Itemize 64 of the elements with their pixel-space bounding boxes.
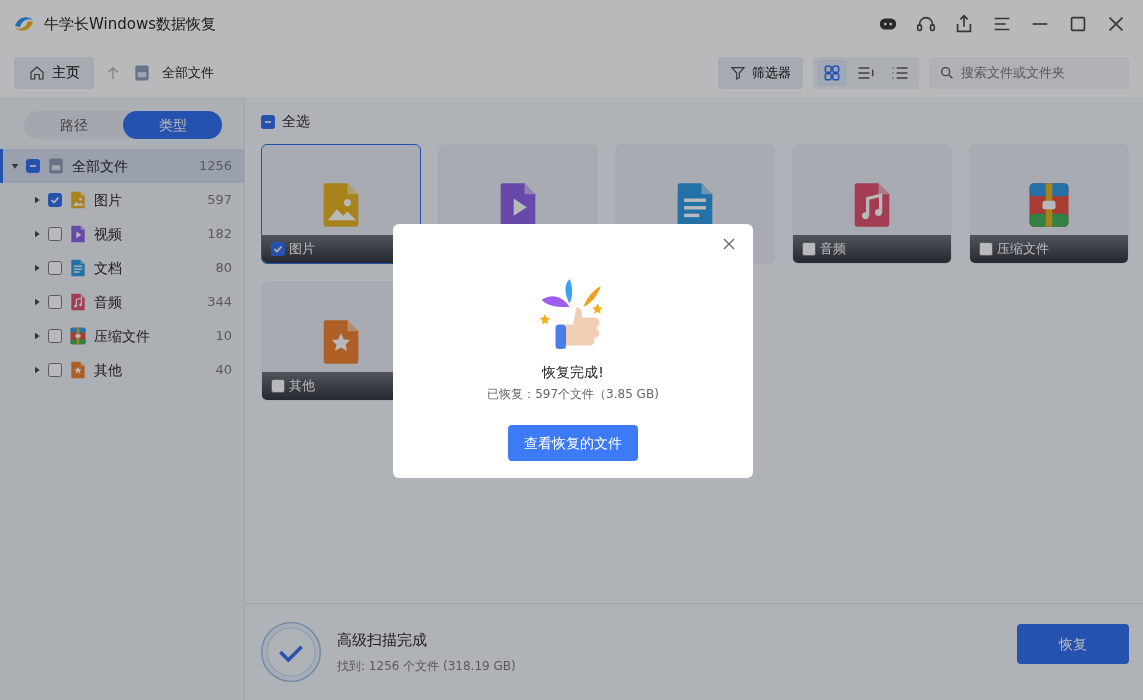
tree-label: 压缩文件 [94, 326, 151, 346]
search-field[interactable]: 搜索文件或文件夹 [929, 56, 1129, 89]
tree-label: 其他 [94, 360, 123, 380]
checkbox[interactable] [48, 329, 62, 343]
checkbox[interactable] [48, 193, 62, 207]
tree-item[interactable]: 文档 80 [0, 251, 244, 285]
window-title: 牛学长Windows数据恢复 [44, 13, 216, 35]
tree-label: 图片 [94, 190, 123, 210]
file-count: 10 [215, 327, 232, 346]
dialog-title: 恢复完成! [542, 363, 604, 382]
recover-button[interactable]: 恢复 [1017, 624, 1129, 664]
clock-check-icon [259, 620, 323, 684]
breadcrumb-item[interactable]: 全部文件 [162, 62, 214, 83]
document-file-icon [68, 258, 88, 278]
view-files-button[interactable]: 查看恢复的文件 [508, 425, 638, 461]
checkbox[interactable] [26, 159, 40, 173]
card-label: 图片 [289, 240, 315, 259]
music-file-icon [68, 292, 88, 312]
checkbox[interactable] [261, 114, 275, 129]
checkbox[interactable] [979, 242, 993, 256]
tree-item[interactable]: 全部文件 1256 [0, 149, 244, 183]
tree-label: 全部文件 [72, 156, 129, 176]
file-count: 182 [207, 225, 232, 244]
tree-item[interactable]: 其他 40 [0, 353, 244, 387]
tree-label: 音频 [94, 292, 123, 312]
tree-item[interactable]: 图片 597 [0, 183, 244, 217]
file-count: 597 [207, 191, 232, 210]
select-all-label: 全选 [282, 112, 310, 131]
tree-item[interactable]: 压缩文件 10 [0, 319, 244, 353]
checkbox[interactable] [271, 379, 285, 393]
file-count: 40 [215, 361, 232, 380]
star-file-icon [68, 360, 88, 380]
file-type-card[interactable]: 压缩文件 [969, 144, 1129, 264]
file-count: 344 [207, 293, 232, 312]
checkbox[interactable] [802, 242, 816, 256]
dialog-message: 已恢复：597个文件（3.85 GB) [487, 386, 659, 403]
scan-status-detail: 找到: 1256 个文件 (318.19 GB) [337, 658, 516, 676]
grid-view-button[interactable] [817, 59, 847, 86]
tab[interactable]: 路径 [24, 111, 123, 139]
home-button[interactable]: 主页 [14, 56, 94, 89]
archive-icon [68, 326, 88, 346]
tree-label: 文档 [94, 258, 123, 278]
file-count: 1256 [198, 157, 232, 176]
scan-status-title: 高级扫描完成 [337, 629, 428, 651]
tree-label: 视频 [94, 224, 123, 244]
file-type-card[interactable]: 图片 [261, 144, 421, 264]
checkbox[interactable] [48, 295, 62, 309]
sd-card-icon [46, 156, 66, 176]
video-file-icon [68, 224, 88, 244]
filter-button[interactable]: 筛选器 [718, 56, 803, 89]
tree-item[interactable]: 视频 182 [0, 217, 244, 251]
file-type-card[interactable]: 音频 [792, 144, 952, 264]
card-label: 其他 [289, 377, 315, 396]
checkbox[interactable] [48, 227, 62, 241]
filter-icon [730, 64, 746, 81]
tab[interactable]: 类型 [123, 111, 222, 139]
card-label: 音频 [820, 240, 846, 259]
checkbox[interactable] [48, 261, 62, 275]
checkbox[interactable] [48, 363, 62, 377]
checkbox[interactable] [271, 242, 285, 256]
file-count: 80 [215, 259, 232, 278]
image-file-icon [68, 190, 88, 210]
tree-item[interactable]: 音频 344 [0, 285, 244, 319]
card-label: 压缩文件 [997, 240, 1049, 259]
